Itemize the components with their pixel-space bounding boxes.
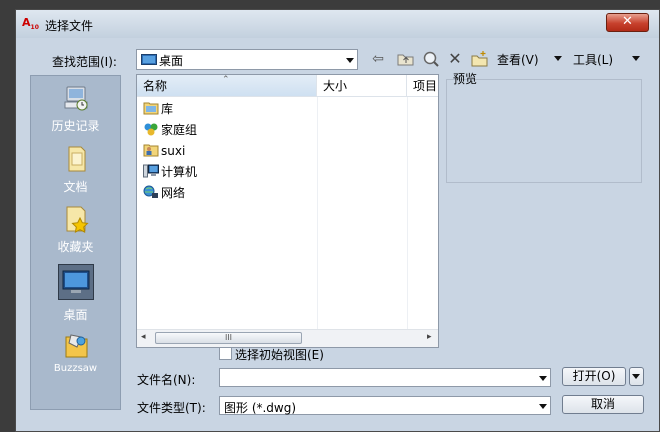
place-buzzsaw[interactable]: Buzzsaw (31, 331, 120, 374)
homegroup-icon (144, 123, 158, 136)
initial-view-checkbox[interactable] (219, 347, 232, 360)
list-item[interactable]: 库 (143, 99, 173, 119)
computer-icon (143, 164, 159, 178)
preview-label: 预览 (453, 72, 478, 86)
place-desktop-highlight (57, 264, 94, 300)
search-web-icon[interactable] (422, 50, 440, 68)
scroll-left-icon[interactable]: ◂ (141, 332, 146, 342)
documents-icon (68, 146, 85, 172)
preview-pane (446, 79, 642, 183)
initial-view-label[interactable]: 选择初始视图(E) (235, 346, 324, 363)
title-bar[interactable]: A10 选择文件 ✕ (16, 10, 659, 38)
tools-menu[interactable]: 工具(L) (573, 51, 613, 68)
up-folder-icon[interactable] (397, 51, 415, 69)
place-history[interactable]: 历史记录 (31, 83, 120, 134)
close-button[interactable]: ✕ (606, 13, 649, 32)
autocad-app-icon: A10 (22, 16, 39, 32)
list-item[interactable]: 网络 (143, 183, 185, 203)
horizontal-scrollbar[interactable]: ◂ III ▸ (137, 329, 438, 347)
file-list[interactable]: ⌃ 名称 大小 项目多 库 家庭组 (136, 74, 439, 348)
places-bar: 历史记录 文档 收藏夹 桌面 Buzzsaw (30, 75, 121, 410)
filetype-label: 文件类型(T): (137, 401, 206, 415)
dialog-title: 选择文件 (45, 19, 94, 33)
place-label: Buzzsaw (53, 363, 98, 374)
views-menu[interactable]: 查看(V) (497, 51, 539, 68)
column-header-name[interactable]: ⌃ 名称 (137, 75, 317, 97)
column-divider (317, 97, 318, 329)
list-item[interactable]: 家庭组 (143, 120, 197, 140)
select-file-dialog: A10 选择文件 ✕ 查找范围(I): 桌面 ⇦ ✕ 查看(V) 工具(L) 历… (15, 9, 660, 432)
sort-ascending-icon: ⌃ (222, 75, 230, 85)
filetype-value: 图形 (*.dwg) (224, 401, 297, 415)
filename-input[interactable] (219, 368, 551, 387)
chevron-down-icon (539, 403, 547, 409)
scrollbar-thumb[interactable]: III (155, 332, 302, 344)
filename-label: 文件名(N): (137, 373, 196, 387)
back-icon[interactable]: ⇦ (369, 50, 387, 68)
column-header-items[interactable]: 项目多 (407, 75, 438, 97)
place-desktop[interactable]: 桌面 (31, 264, 120, 323)
cancel-button[interactable]: 取消 (562, 395, 644, 414)
new-folder-icon[interactable] (471, 50, 489, 68)
open-button[interactable]: 打开(O) (562, 367, 626, 386)
history-icon (64, 86, 87, 111)
tools-dropdown-icon[interactable] (632, 56, 640, 61)
network-icon (143, 185, 158, 198)
scroll-right-icon[interactable]: ▸ (427, 332, 432, 342)
column-header-size[interactable]: 大小 (317, 75, 407, 97)
place-label: 桌面 (63, 308, 88, 322)
delete-icon[interactable]: ✕ (446, 50, 464, 68)
desktop-icon (62, 270, 89, 293)
list-item[interactable]: 计算机 (143, 162, 197, 182)
open-options-button[interactable] (629, 367, 644, 386)
place-favorites[interactable]: 收藏夹 (31, 204, 120, 255)
place-label: 文档 (63, 180, 88, 194)
place-documents[interactable]: 文档 (31, 144, 120, 195)
list-item[interactable]: suxi (143, 141, 185, 161)
chevron-down-icon[interactable] (539, 375, 547, 381)
buzzsaw-icon (65, 334, 87, 358)
user-folder-icon (143, 144, 159, 157)
favorites-icon (66, 206, 89, 234)
look-in-dropdown[interactable]: 桌面 (136, 49, 358, 70)
place-label: 收藏夹 (57, 240, 94, 254)
library-icon (143, 102, 159, 115)
close-icon: ✕ (622, 14, 633, 29)
look-in-label: 查找范围(I): (52, 55, 117, 69)
chevron-down-icon (346, 57, 354, 63)
place-label: 历史记录 (51, 119, 100, 133)
chevron-down-icon (632, 374, 640, 379)
column-divider (407, 97, 408, 329)
views-dropdown-icon[interactable] (554, 56, 562, 61)
look-in-value: 桌面 (159, 54, 184, 68)
desktop-icon (141, 54, 157, 65)
filetype-dropdown[interactable]: 图形 (*.dwg) (219, 396, 551, 415)
